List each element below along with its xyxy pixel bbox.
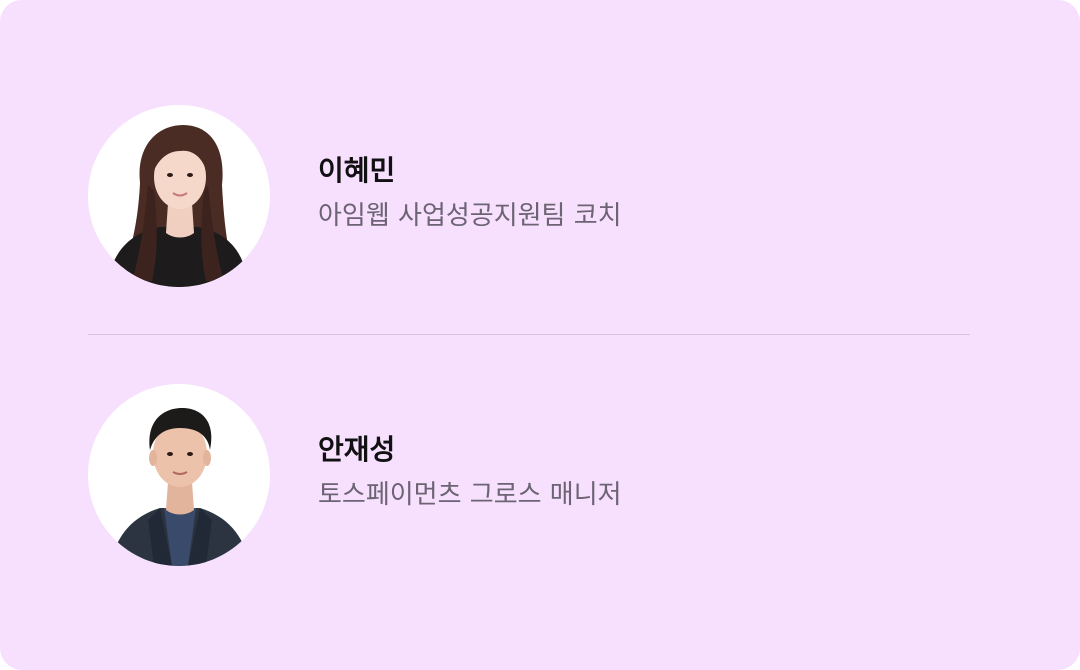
profile-card: 이혜민 아임웹 사업성공지원팀 코치 안재성 토스페이먼츠 그로스 매니저 [0,0,1080,670]
person-name: 이혜민 [318,154,396,187]
person-role: 아임웹 사업성공지원팀 코치 [318,201,622,231]
person-row: 이혜민 아임웹 사업성공지원팀 코치 [88,105,970,287]
avatar-photo [88,105,270,287]
avatar-photo [88,384,270,566]
person-role: 토스페이먼츠 그로스 매니저 [318,480,622,510]
divider [88,334,970,335]
person-name: 안재성 [318,433,396,466]
person-info: 안재성 토스페이먼츠 그로스 매니저 [318,430,622,514]
avatar [88,105,270,287]
avatar [88,384,270,566]
person-row: 안재성 토스페이먼츠 그로스 매니저 [88,384,970,566]
person-info: 이혜민 아임웹 사업성공지원팀 코치 [318,151,622,235]
